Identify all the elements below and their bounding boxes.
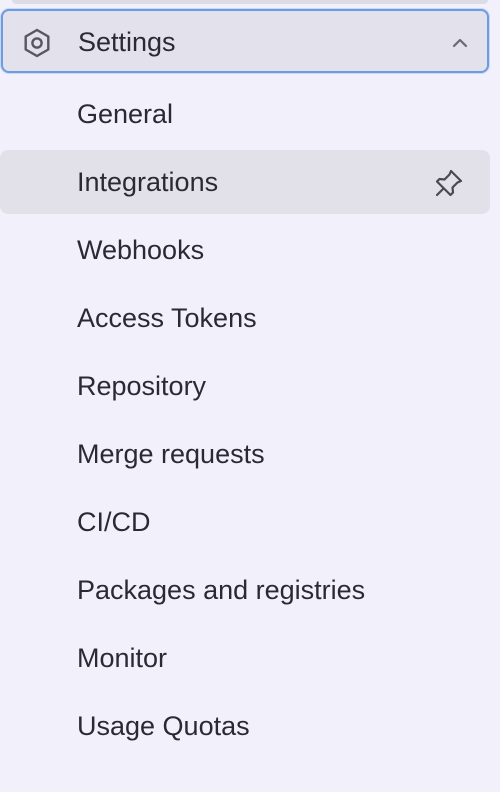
sidebar-item-label: Usage Quotas	[77, 711, 250, 741]
chevron-up-icon[interactable]	[449, 32, 471, 54]
sidebar-item-general[interactable]: General	[0, 82, 490, 146]
gear-icon	[21, 27, 53, 59]
sidebar-item-webhooks[interactable]: Webhooks	[0, 218, 490, 282]
sidebar-item-label: Access Tokens	[77, 303, 257, 333]
settings-sidebar: Settings General Integrations Webhooks A…	[0, 0, 500, 792]
sidebar-item-usage-quotas[interactable]: Usage Quotas	[0, 694, 490, 758]
sidebar-item-repository[interactable]: Repository	[0, 354, 490, 418]
sidebar-item-access-tokens[interactable]: Access Tokens	[0, 286, 490, 350]
sidebar-item-label: Packages and registries	[77, 575, 366, 605]
sidebar-item-merge-requests[interactable]: Merge requests	[0, 422, 490, 486]
pin-icon[interactable]	[433, 167, 465, 199]
sidebar-item-label: Webhooks	[77, 235, 205, 265]
section-title: Settings	[78, 27, 176, 57]
sidebar-item-label: Integrations	[77, 167, 219, 197]
sidebar-item-integrations[interactable]: Integrations	[0, 150, 490, 214]
sidebar-item-ci-cd[interactable]: CI/CD	[0, 490, 490, 554]
sidebar-item-label: Repository	[77, 371, 207, 401]
sidebar-item-label: General	[77, 99, 174, 129]
sidebar-item-label: Merge requests	[77, 439, 265, 469]
sidebar-item-monitor[interactable]: Monitor	[0, 626, 490, 690]
sidebar-item-label: Monitor	[77, 643, 168, 673]
sidebar-item-packages-and-registries[interactable]: Packages and registries	[0, 558, 490, 622]
settings-section-toggle[interactable]: Settings	[1, 9, 489, 73]
sidebar-item-label: CI/CD	[77, 507, 151, 537]
top-divider	[12, 0, 488, 4]
